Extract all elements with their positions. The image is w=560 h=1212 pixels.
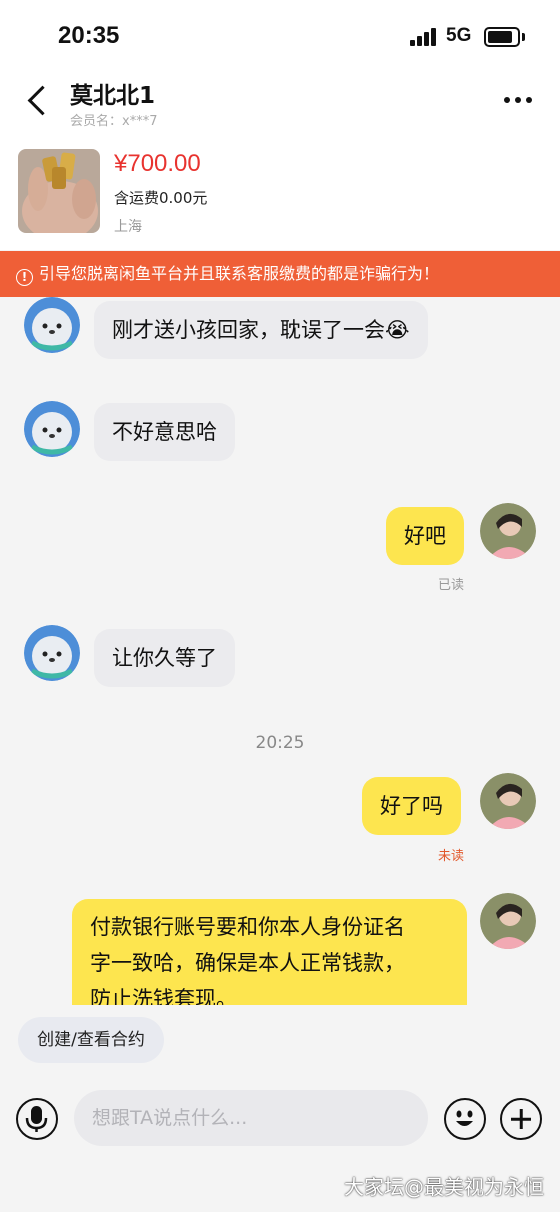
time-divider: 20:25	[255, 733, 305, 753]
contact-avatar[interactable]	[24, 297, 80, 353]
create-view-contract-button[interactable]: 创建/查看合约	[18, 1017, 164, 1063]
contact-avatar[interactable]	[24, 401, 80, 457]
outgoing-message-bubble[interactable]: 好吧	[386, 507, 464, 565]
network-label: 5G	[446, 25, 472, 46]
battery-icon	[484, 27, 520, 47]
more-dot	[515, 97, 521, 103]
product-card[interactable]: ¥700.00 含运费0.00元 上海	[0, 140, 560, 250]
my-avatar[interactable]	[480, 503, 536, 559]
product-thumbnail[interactable]	[18, 149, 100, 233]
incoming-message-bubble[interactable]: 不好意思哈	[94, 403, 235, 461]
message-input-bar: 大家坛@最美视为永恒	[0, 1076, 560, 1212]
status-bar: 20:35 5G	[0, 0, 560, 70]
chat-message-list[interactable]: 刚才送小孩回家，耽误了一会😭 不好意思哈 好吧 已读 让你久等了 20:25 好…	[0, 297, 560, 1005]
message-input[interactable]	[74, 1090, 428, 1146]
fraud-warning-banner: ! 引导您脱离闲鱼平台并且联系客服缴费的都是诈骗行为！	[0, 251, 560, 297]
user-photo-avatar-icon	[480, 893, 536, 949]
seal-avatar-icon	[24, 625, 80, 681]
my-avatar[interactable]	[480, 773, 536, 829]
my-avatar[interactable]	[480, 893, 536, 949]
member-name: 会员名：x***7	[70, 114, 158, 129]
alert-circle-icon: !	[16, 269, 33, 286]
more-actions-button[interactable]	[500, 1098, 542, 1140]
battery-tip	[522, 33, 525, 41]
contact-avatar[interactable]	[24, 625, 80, 681]
voice-input-button[interactable]	[16, 1098, 58, 1140]
more-dot	[526, 97, 532, 103]
incoming-message-bubble[interactable]: 刚才送小孩回家，耽误了一会😭	[94, 301, 428, 359]
outgoing-message-bubble[interactable]: 付款银行账号要和你本人身份证名 字一致哈，确保是本人正常钱款， 防止洗钱套现。	[72, 899, 467, 1005]
more-options-button[interactable]	[504, 88, 540, 112]
cellular-signal-icon	[410, 28, 438, 46]
more-horizontal-icon	[504, 97, 510, 103]
shipping-fee: 含运费0.00元	[114, 189, 208, 207]
message-line: 字一致哈，确保是本人正常钱款，	[90, 951, 405, 975]
seal-avatar-icon	[24, 297, 80, 353]
microphone-icon	[25, 1106, 48, 1132]
status-time: 20:35	[58, 22, 120, 49]
unread-status: 未读	[438, 849, 465, 864]
message-line: 防止洗钱套现。	[90, 987, 237, 1005]
message-line: 付款银行账号要和你本人身份证名	[90, 915, 405, 939]
smiley-icon	[456, 1110, 473, 1126]
contact-name: 莫北北1	[70, 83, 156, 109]
product-price: ¥700.00	[114, 150, 201, 177]
user-photo-avatar-icon	[480, 503, 536, 559]
product-location: 上海	[114, 219, 142, 235]
emoji-button[interactable]	[444, 1098, 486, 1140]
chat-header: 莫北北1 会员名：x***7	[0, 70, 560, 140]
read-status: 已读	[438, 578, 465, 593]
back-button[interactable]	[22, 82, 52, 118]
user-photo-avatar-icon	[480, 773, 536, 829]
gold-bars-photo-icon	[18, 149, 100, 233]
watermark-text: 大家坛@最美视为永恒	[344, 1175, 544, 1199]
fraud-warning-text: 引导您脱离闲鱼平台并且联系客服缴费的都是诈骗行为！	[39, 264, 440, 283]
seal-avatar-icon	[24, 401, 80, 457]
outgoing-message-bubble[interactable]: 好了吗	[362, 777, 461, 835]
incoming-message-bubble[interactable]: 让你久等了	[94, 629, 235, 687]
